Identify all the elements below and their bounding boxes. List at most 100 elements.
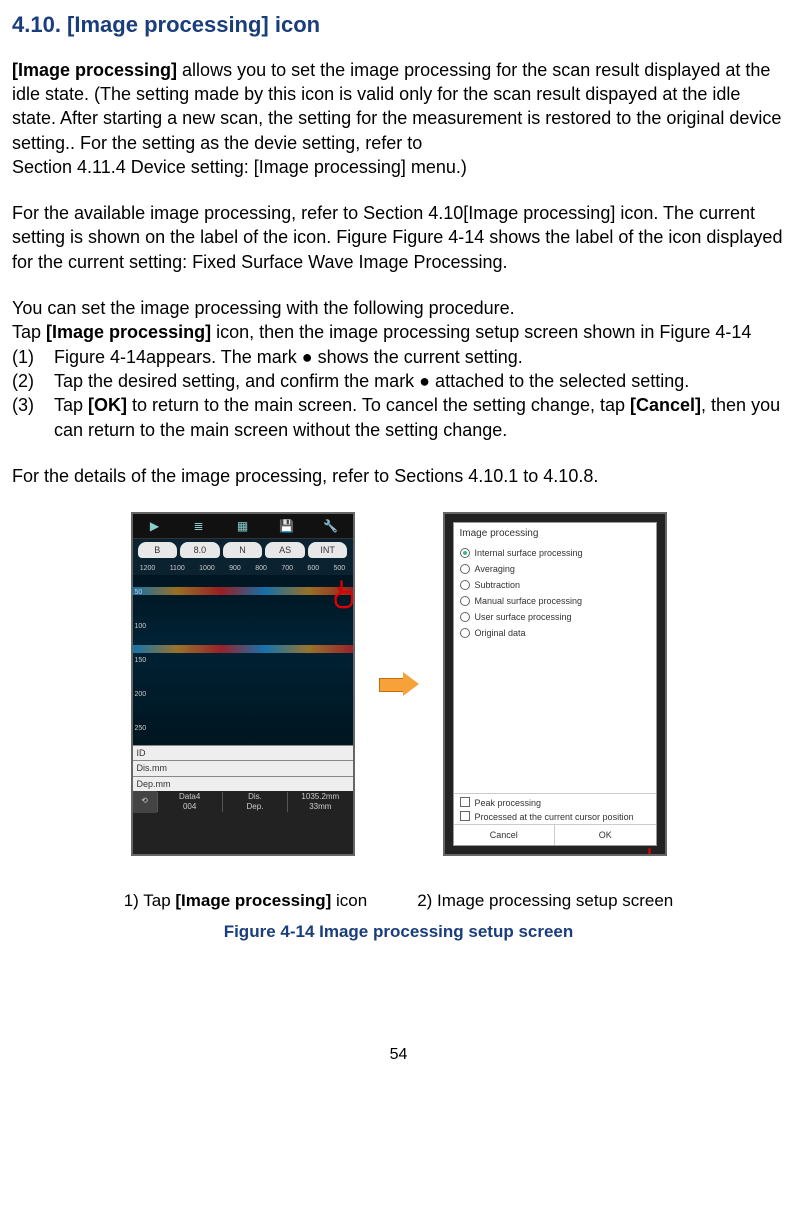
checkbox-icon — [460, 797, 470, 807]
tick: 600 — [307, 564, 319, 573]
tick: 50 — [135, 588, 147, 597]
option-subtraction[interactable]: Subtraction — [454, 577, 656, 593]
wrench-icon[interactable]: 🔧 — [309, 514, 353, 538]
option-manual-surface[interactable]: Manual surface processing — [454, 593, 656, 609]
dialog-buttons: Cancel OK — [454, 824, 656, 845]
caption-left: 1) Tap [Image processing] icon — [124, 890, 367, 913]
text: icon — [331, 891, 367, 910]
radio-icon — [460, 548, 470, 558]
list-item-2: (2) Tap the desired setting, and confirm… — [12, 369, 785, 393]
play-icon[interactable]: ▶ — [133, 514, 177, 538]
tick: 800 — [255, 564, 267, 573]
text: 1) Tap — [124, 891, 176, 910]
list-number: (3) — [12, 393, 54, 442]
arrow-right-icon — [379, 674, 419, 694]
figure-captions: 1) Tap [Image processing] icon 2) Image … — [12, 890, 785, 913]
radio-icon — [460, 628, 470, 638]
row-dis: Dis.mm — [133, 760, 353, 775]
tick: 1100 — [170, 564, 185, 573]
option-averaging[interactable]: Averaging — [454, 561, 656, 577]
figure-title: Figure 4-14 Image processing setup scree… — [12, 921, 785, 944]
ok-button[interactable]: OK — [555, 825, 656, 845]
image-processing-bold: [Image processing] — [175, 891, 331, 910]
info-rows: ID Dis.mm Dep.mm — [133, 745, 353, 790]
tick: 1000 — [199, 564, 215, 573]
tick: 150 — [135, 656, 147, 665]
text: Section 4.11.4 Device setting: [Image pr… — [12, 157, 467, 177]
check-processed-cursor[interactable]: Processed at the current cursor position — [460, 810, 650, 824]
text: For the details of the image processing,… — [12, 466, 598, 486]
options-list: Internal surface processing Averaging Su… — [454, 545, 656, 793]
text: icon, then the image processing setup sc… — [211, 322, 751, 342]
option-label: Manual surface processing — [475, 595, 583, 607]
footer-values: 1035.2mm33mm — [287, 792, 352, 812]
tab-b[interactable]: B — [138, 542, 178, 558]
tick: 250 — [135, 724, 147, 733]
tick: 900 — [229, 564, 241, 573]
cancel-bold: [Cancel] — [630, 395, 701, 415]
tab-n[interactable]: N — [223, 542, 263, 558]
paragraph-4: For the details of the image processing,… — [12, 464, 785, 488]
tab-as[interactable]: AS — [265, 542, 305, 558]
text: You can set the image processing with th… — [12, 298, 515, 318]
image-processing-bold: [Image processing] — [46, 322, 211, 342]
list-item-1: (1) Figure 4-14appears. The mark ● shows… — [12, 345, 785, 369]
grid-icon[interactable]: ▦ — [221, 514, 265, 538]
device-screenshot-right: Image processing Internal surface proces… — [443, 512, 667, 856]
list-item-3: (3) Tap [OK] to return to the main scree… — [12, 393, 785, 442]
list-number: (1) — [12, 345, 54, 369]
radio-icon — [460, 580, 470, 590]
tick: 200 — [135, 690, 147, 699]
device-screenshot-left: ▶ ≣ ▦ 💾 🔧 B 8.0 N AS INT 1200 1100 1000 … — [131, 512, 355, 856]
option-label: Original data — [475, 627, 526, 639]
image-processing-dialog: Image processing Internal surface proces… — [453, 522, 657, 846]
text: Tap the desired setting, and confirm the… — [54, 369, 785, 393]
toolbar: ▶ ≣ ▦ 💾 🔧 — [133, 514, 353, 539]
checkbox-icon — [460, 811, 470, 821]
check-label: Peak processing — [475, 797, 542, 809]
tick: 100 — [135, 622, 147, 631]
save-icon[interactable]: 💾 — [265, 514, 309, 538]
tick: 700 — [281, 564, 293, 573]
check-peak[interactable]: Peak processing — [460, 796, 650, 810]
option-label: Internal surface processing — [475, 547, 583, 559]
text: to return to the main screen. To cancel … — [127, 395, 630, 415]
tab-bar: B 8.0 N AS INT — [133, 539, 353, 561]
image-processing-bold: [Image processing] — [12, 60, 177, 80]
option-internal-surface[interactable]: Internal surface processing — [454, 545, 656, 561]
tab-int[interactable]: INT — [308, 542, 348, 558]
option-label: Averaging — [475, 563, 515, 575]
footer-bar: ⟲ Data4004 Dis.Dep. 1035.2mm33mm — [133, 791, 353, 813]
list-number: (2) — [12, 369, 54, 393]
page-number: 54 — [12, 1044, 785, 1066]
checkbox-group: Peak processing Processed at the current… — [454, 793, 656, 824]
option-original-data[interactable]: Original data — [454, 625, 656, 641]
text: Tap — [54, 395, 88, 415]
radio-icon — [460, 612, 470, 622]
paragraph-3: You can set the image processing with th… — [12, 296, 785, 442]
list-icon[interactable]: ≣ — [177, 514, 221, 538]
cancel-button[interactable]: Cancel — [454, 825, 556, 845]
footer-data: Data4004 — [157, 792, 222, 812]
caption-right: 2) Image processing setup screen — [417, 890, 673, 913]
row-dep: Dep.mm — [133, 776, 353, 791]
check-label: Processed at the current cursor position — [475, 811, 634, 823]
dialog-title: Image processing — [454, 523, 656, 545]
figures-container: ▶ ≣ ▦ 💾 🔧 B 8.0 N AS INT 1200 1100 1000 … — [12, 512, 785, 856]
radio-icon — [460, 564, 470, 574]
text: For the available image processing, refe… — [12, 203, 782, 272]
tab-8[interactable]: 8.0 — [180, 542, 220, 558]
paragraph-1: [Image processing] allows you to set the… — [12, 58, 785, 179]
paragraph-2: For the available image processing, refe… — [12, 201, 785, 274]
scan-result-area: 50 100 150 200 250 — [133, 575, 353, 745]
section-heading: 4.10. [Image processing] icon — [12, 10, 785, 40]
back-icon[interactable]: ⟲ — [133, 791, 157, 813]
ok-bold: [OK] — [88, 395, 127, 415]
y-axis: 50 100 150 200 250 — [135, 575, 147, 745]
text: Tap — [12, 322, 46, 342]
pointing-hand-icon — [639, 846, 667, 856]
option-label: User surface processing — [475, 611, 572, 623]
x-axis-ruler: 1200 1100 1000 900 800 700 600 500 — [133, 561, 353, 575]
footer-dis-label: Dis.Dep. — [222, 792, 287, 812]
option-user-surface[interactable]: User surface processing — [454, 609, 656, 625]
